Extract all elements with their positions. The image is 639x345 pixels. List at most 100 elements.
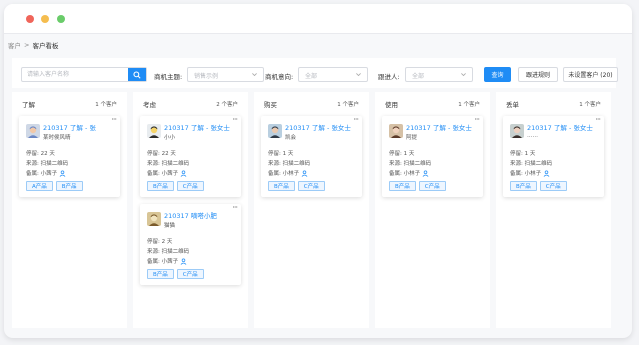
customer-name[interactable]: 210317 了解 - 张女士 bbox=[164, 122, 230, 132]
more-options-icon[interactable]: ··· bbox=[232, 115, 238, 124]
customer-name[interactable]: 210317 嘀嗒小肥 bbox=[164, 210, 217, 220]
customer-owner: 备属: 小茜子 bbox=[26, 171, 58, 177]
follower-label: 跟进人: bbox=[378, 73, 400, 81]
customer-owner: 备属: 小林子 bbox=[268, 171, 300, 177]
follower-select[interactable]: 全部 bbox=[405, 67, 473, 82]
owner-row: 备属: 小林子 bbox=[510, 168, 598, 178]
close-window-button[interactable] bbox=[26, 15, 34, 23]
product-tags: B产品 C产品 bbox=[268, 181, 356, 191]
column-title: 考虑 bbox=[143, 101, 156, 109]
owner-row: 备属: 小茜子 bbox=[147, 168, 235, 178]
owner-row: 备属: 小茜子 bbox=[147, 256, 235, 266]
opportunity-topic-label: 商机主题: bbox=[154, 73, 183, 81]
person-icon[interactable] bbox=[180, 170, 187, 177]
product-tag[interactable]: B产品 bbox=[147, 181, 174, 191]
kanban-board: 了解 1 个客户 ··· 210317 了解 - 张某时侯风晴停留: 22 天来源: … bbox=[12, 92, 616, 328]
person-icon[interactable] bbox=[301, 170, 308, 177]
owner-row: 备属: 小林子 bbox=[389, 168, 477, 178]
product-tag[interactable]: B产品 bbox=[268, 181, 295, 191]
product-tags: A产品 B产品 bbox=[26, 181, 114, 191]
product-tag[interactable]: C产品 bbox=[297, 181, 325, 191]
person-icon[interactable] bbox=[422, 170, 429, 177]
customer-owner: 备属: 小茜子 bbox=[147, 171, 179, 177]
customer-nickname: 小小 bbox=[164, 135, 176, 141]
person-icon[interactable] bbox=[543, 170, 550, 177]
product-tag[interactable]: B产品 bbox=[389, 181, 416, 191]
customer-name[interactable]: 210317 了解 - 张 bbox=[43, 122, 96, 132]
column-count: 1 个客户 bbox=[95, 102, 117, 108]
customer-nickname: 凯会 bbox=[285, 135, 297, 141]
more-options-icon[interactable]: ··· bbox=[474, 115, 480, 124]
follower-value: 全部 bbox=[412, 73, 425, 80]
search-icon bbox=[133, 70, 141, 79]
kanban-column: 使用 1 个客户 ··· 210317 了解 - 张女士 阿提 停留: 1 天来源: 扫描… bbox=[375, 92, 490, 328]
owner-row: 备属: 小茜子 bbox=[26, 168, 114, 178]
breadcrumb: 客户 > 客户看板 bbox=[8, 40, 58, 50]
customer-name[interactable]: 210317 了解 - 张女士 bbox=[527, 122, 593, 132]
customer-card[interactable]: ··· 210317 了解 - 张女士 阿提 停留: 1 天来源: 扫描二维码 备属: … bbox=[382, 115, 483, 197]
product-tag[interactable]: A产品 bbox=[26, 181, 53, 191]
more-options-icon[interactable]: ··· bbox=[353, 115, 359, 124]
minimize-window-button[interactable] bbox=[41, 15, 49, 23]
customer-card[interactable]: ··· 210317 嘀嗒小肥 猫猫 停留: 2 天来源: 扫描二维码 备属: 小茜子 B… bbox=[140, 203, 241, 285]
query-button[interactable]: 查询 bbox=[484, 67, 511, 82]
stay-duration: 停留: 1 天 bbox=[510, 151, 536, 157]
kanban-column: 考虑 2 个客户 ··· 210317 了解 - 张女士 小小 停留: 22 天来源: 扫… bbox=[133, 92, 248, 328]
stay-duration: 停留: 22 天 bbox=[26, 151, 55, 157]
column-title: 了解 bbox=[22, 101, 35, 109]
opportunity-intent-label: 商机意向: bbox=[265, 73, 294, 81]
unset-customers-button[interactable]: 未设置客户 (20) bbox=[563, 67, 618, 82]
customer-name[interactable]: 210317 了解 - 张女士 bbox=[406, 122, 472, 132]
customer-source: 来源: 扫描二维码 bbox=[26, 161, 69, 167]
search-button[interactable] bbox=[128, 68, 146, 81]
opportunity-topic-select[interactable]: 销售示例 bbox=[187, 67, 264, 82]
product-tag[interactable]: B产品 bbox=[510, 181, 537, 191]
customer-avatar bbox=[147, 212, 161, 226]
person-icon[interactable] bbox=[59, 170, 66, 177]
customer-nickname: …… bbox=[527, 133, 538, 139]
chevron-down-icon bbox=[252, 73, 257, 77]
customer-card[interactable]: ··· 210317 了解 - 张女士 凯会 停留: 1 天来源: 扫描二维码 备属: … bbox=[261, 115, 362, 197]
stay-duration: 停留: 1 天 bbox=[268, 151, 294, 157]
title-bar bbox=[4, 4, 632, 34]
customer-owner: 备属: 小林子 bbox=[510, 171, 542, 177]
maximize-window-button[interactable] bbox=[57, 15, 65, 23]
more-options-icon[interactable]: ··· bbox=[232, 203, 238, 212]
search-box bbox=[21, 67, 147, 82]
more-options-icon[interactable]: ··· bbox=[595, 115, 601, 124]
customer-name[interactable]: 210317 了解 - 张女士 bbox=[285, 122, 351, 132]
column-title: 丢单 bbox=[506, 101, 519, 109]
product-tag[interactable]: C产品 bbox=[176, 181, 204, 191]
customer-owner: 备属: 小茜子 bbox=[147, 259, 179, 265]
customer-search-input[interactable] bbox=[22, 68, 128, 81]
breadcrumb-customers[interactable]: 客户 bbox=[8, 40, 21, 50]
customer-nickname: 某时侯风晴 bbox=[43, 135, 71, 141]
product-tag[interactable]: C产品 bbox=[176, 269, 204, 279]
stay-duration: 停留: 1 天 bbox=[389, 151, 415, 157]
column-count: 2 个客户 bbox=[216, 102, 238, 108]
customer-card[interactable]: ··· 210317 了解 - 张女士…… 停留: 1 天来源: 扫描二维码 备属: … bbox=[503, 115, 604, 197]
product-tag[interactable]: B产品 bbox=[55, 181, 83, 191]
follow-rules-button[interactable]: 跟进规则 bbox=[518, 67, 558, 82]
customer-source: 来源: 扫描二维码 bbox=[147, 161, 190, 167]
product-tag[interactable]: C产品 bbox=[539, 181, 567, 191]
opportunity-intent-select[interactable]: 全部 bbox=[298, 67, 368, 82]
customer-avatar bbox=[389, 124, 403, 138]
product-tag[interactable]: B产品 bbox=[147, 269, 174, 279]
more-options-icon[interactable]: ··· bbox=[111, 115, 117, 124]
person-icon[interactable] bbox=[180, 258, 187, 265]
chevron-down-icon bbox=[356, 73, 361, 77]
customer-avatar bbox=[147, 124, 161, 138]
product-tag[interactable]: C产品 bbox=[418, 181, 446, 191]
customer-card[interactable]: ··· 210317 了解 - 张某时侯风晴停留: 22 天来源: 扫描二维码 备属… bbox=[19, 115, 120, 197]
stay-duration: 停留: 22 天 bbox=[147, 151, 176, 157]
customer-avatar bbox=[510, 124, 524, 138]
customer-card[interactable]: ··· 210317 了解 - 张女士小小停留: 22 天来源: 扫描二维码 备属:… bbox=[140, 115, 241, 197]
kanban-column: 购买 1 个客户 ··· 210317 了解 - 张女士 凯会 停留: 1 天来源: 扫描… bbox=[254, 92, 369, 328]
column-header: 使用 1 个客户 bbox=[382, 92, 483, 116]
column-header: 丢单 1 个客户 bbox=[503, 92, 604, 116]
product-tags: B产品 C产品 bbox=[389, 181, 477, 191]
column-header: 购买 1 个客户 bbox=[261, 92, 362, 116]
column-count: 1 个客户 bbox=[337, 102, 359, 108]
chevron-down-icon bbox=[461, 73, 466, 77]
